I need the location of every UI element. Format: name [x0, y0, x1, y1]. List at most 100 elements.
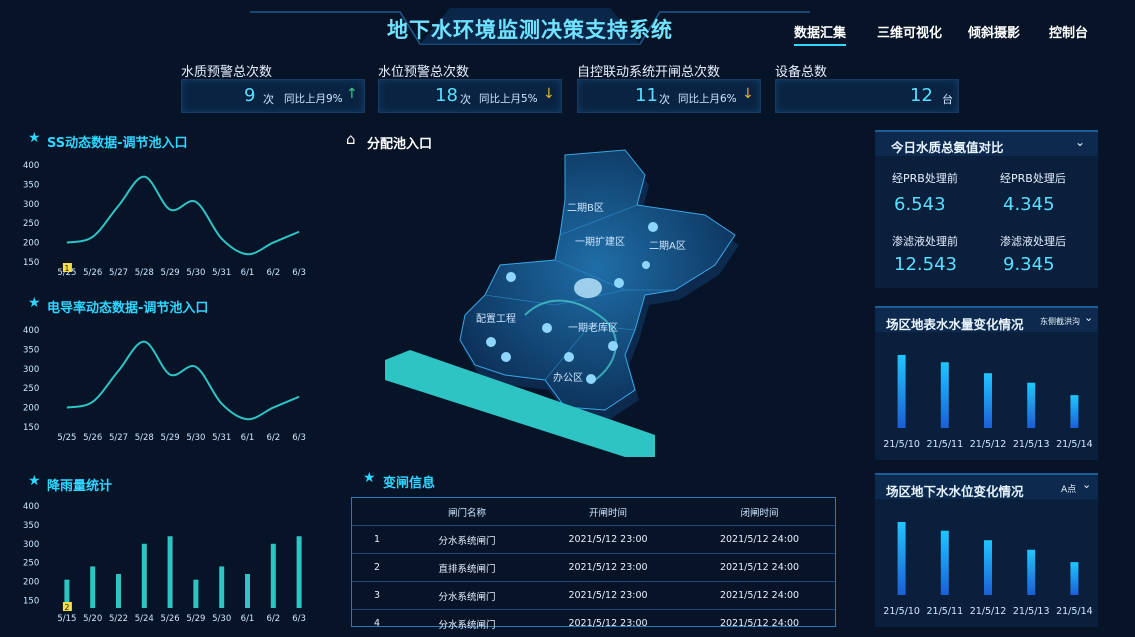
table-cell: 2021/5/12 24:00	[684, 610, 835, 637]
x-tick-label: 5/26	[83, 433, 102, 443]
table-cell: 3	[352, 582, 402, 610]
bar	[168, 536, 173, 608]
x-tick-label: 6/3	[292, 614, 306, 624]
bar	[297, 536, 302, 608]
wq-label: 经PRB处理后	[1000, 170, 1066, 186]
table-cell: 分水系统闸门	[402, 610, 532, 637]
chevron-down-icon[interactable]: ⌄	[1075, 135, 1085, 149]
x-tick-label: 21/5/11	[926, 439, 963, 450]
y-tick-label: 150	[23, 423, 39, 433]
stat-value: 9	[244, 85, 255, 106]
table-header-close-time: 闭闸时间	[684, 498, 835, 526]
table-row[interactable]: 2 直排系统闸门 2021/5/12 23:00 2021/5/12 24:00	[352, 554, 835, 582]
x-tick-label: 5/30	[186, 433, 205, 443]
y-tick-label: 350	[23, 180, 39, 190]
x-tick-label: 5/29	[161, 268, 180, 278]
map-label-config: 配置工程	[476, 313, 516, 325]
table-cell: 2	[352, 554, 402, 582]
stat-label-gate-open: 自控联动系统开闸总次数	[577, 61, 720, 80]
y-tick-label: 150	[23, 258, 39, 268]
bar	[898, 355, 906, 428]
nav-console[interactable]: 控制台	[1049, 22, 1088, 41]
rainfall-bar-chart: 1502002503003504005/155/205/225/245/265/…	[20, 496, 320, 626]
chevron-down-icon[interactable]: ⌄	[1082, 478, 1091, 491]
table-cell: 2021/5/12 23:00	[532, 554, 684, 582]
arrow-up-icon: ↑	[346, 86, 358, 102]
stat-value: 18	[435, 85, 458, 106]
x-tick-label: 5/24	[135, 614, 154, 624]
x-tick-label: 21/5/10	[883, 606, 920, 617]
y-tick-label: 400	[23, 161, 39, 171]
bar	[1027, 550, 1035, 595]
x-tick-label: 21/5/10	[883, 439, 920, 450]
table-row[interactable]: 3 分水系统闸门 2021/5/12 23:00 2021/5/12 24:00	[352, 582, 835, 610]
bar	[984, 540, 992, 595]
x-tick-label: 5/27	[109, 268, 128, 278]
y-tick-label: 300	[23, 540, 39, 550]
y-tick-label: 250	[23, 219, 39, 229]
bar	[193, 580, 198, 608]
nav-3d-visualization[interactable]: 三维可视化	[877, 22, 942, 41]
site-map[interactable]: 二期B区 一期扩建区 二期A区 配置工程 一期老库区 办公区	[375, 145, 745, 460]
x-tick-label: 21/5/11	[926, 606, 963, 617]
bar	[898, 522, 906, 595]
map-label-zone-2a: 二期A区	[649, 240, 686, 252]
bar	[941, 531, 949, 595]
table-cell: 直排系统闸门	[402, 554, 532, 582]
x-tick-label: 6/3	[292, 268, 306, 278]
ss-line-chart: 1502002503003504005/255/265/275/285/295/…	[20, 155, 320, 285]
table-cell: 2021/5/12 24:00	[684, 526, 835, 554]
table-cell: 2021/5/12 23:00	[532, 582, 684, 610]
ss-chart-title: SS动态数据-调节池入口	[47, 132, 188, 151]
table-cell: 1	[352, 526, 402, 554]
conductivity-chart-title: 电导率动态数据-调节池入口	[47, 297, 208, 316]
rainfall-chart-title: 降雨量统计	[47, 475, 112, 494]
map-label-zone-2b: 二期B区	[567, 202, 604, 214]
x-tick-label: 5/20	[83, 614, 102, 624]
table-row[interactable]: 4 分水系统闸门 2021/5/12 23:00 2021/5/12 24:00	[352, 610, 835, 637]
bar	[245, 574, 250, 608]
stat-card-water-quality: 9 次 同比上月9% ↑	[181, 79, 365, 113]
table-row[interactable]: 1 分水系统闸门 2021/5/12 23:00 2021/5/12 24:00	[352, 526, 835, 554]
chevron-down-icon[interactable]: ⌄	[1084, 311, 1093, 324]
y-tick-label: 250	[23, 384, 39, 394]
bar	[1027, 383, 1035, 428]
y-tick-label: 400	[23, 326, 39, 336]
stat-compare: 同比上月6%	[678, 91, 737, 106]
x-tick-label: 5/15	[57, 614, 76, 624]
surface-location-select[interactable]: 东侧截洪沟	[1040, 316, 1080, 327]
table-cell: 分水系统闸门	[402, 526, 532, 554]
wq-value: 12.543	[894, 254, 957, 275]
groundwater-point-select[interactable]: A点	[1061, 482, 1076, 495]
table-header-index	[352, 498, 402, 526]
wq-label: 渗滤液处理前	[892, 233, 958, 249]
x-tick-label: 21/5/12	[970, 606, 1007, 617]
x-tick-label: 5/31	[212, 433, 231, 443]
table-cell: 分水系统闸门	[402, 582, 532, 610]
stat-unit: 次	[659, 91, 670, 107]
map-label-zone-1-old: 一期老库区	[568, 321, 618, 334]
x-tick-label: 21/5/13	[1013, 606, 1050, 617]
stat-unit: 台	[942, 91, 953, 107]
wq-value: 6.543	[894, 194, 946, 215]
stat-compare: 同比上月5%	[479, 91, 538, 106]
stat-card-water-level: 18 次 同比上月5% ↓	[378, 79, 562, 113]
x-tick-label: 21/5/13	[1013, 439, 1050, 450]
nav-data-collection[interactable]: 数据汇集	[794, 22, 846, 46]
stat-card-gate-open: 11 次 同比上月6% ↓	[577, 79, 761, 113]
gate-table-title: 变闸信息	[383, 472, 435, 491]
x-tick-label: 6/1	[241, 614, 255, 624]
wq-label: 渗滤液处理后	[1000, 233, 1066, 249]
x-tick-label: 5/30	[186, 268, 205, 278]
x-tick-label: 6/2	[266, 614, 280, 624]
nav-oblique-photography[interactable]: 倾斜摄影	[968, 22, 1020, 41]
groundwater-panel-header: 场区地下水水位变化情况 A点 ⌄	[875, 473, 1098, 499]
star-icon: ★	[28, 295, 41, 311]
wq-label: 经PRB处理前	[892, 170, 958, 186]
bar	[116, 574, 121, 608]
marker-badge-label: 1	[64, 264, 69, 273]
stat-unit: 次	[460, 91, 471, 107]
x-tick-label: 6/3	[292, 433, 306, 443]
arrow-down-icon: ↓	[543, 86, 555, 102]
y-tick-label: 300	[23, 200, 39, 210]
